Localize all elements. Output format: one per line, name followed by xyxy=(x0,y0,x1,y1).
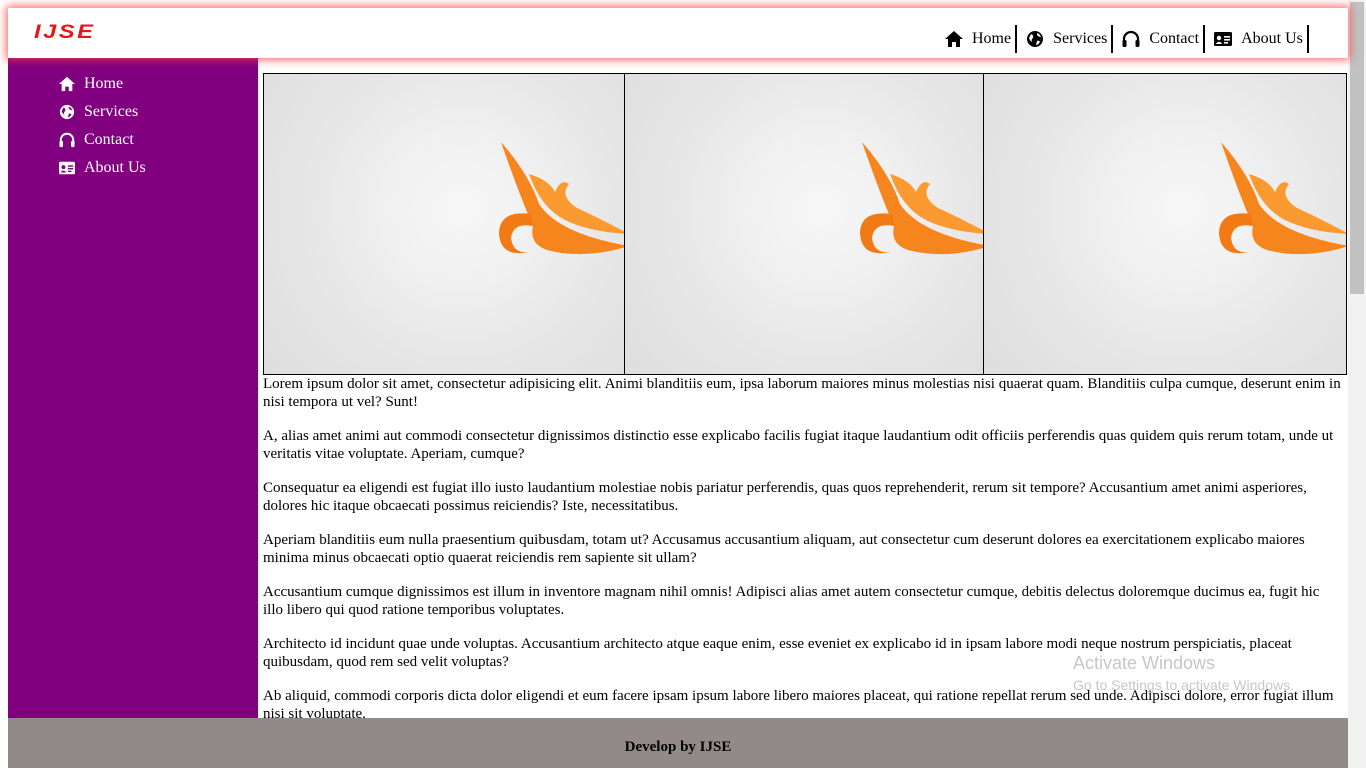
sidebar-item-contact[interactable]: Contact xyxy=(58,129,134,151)
top-nav: Home Services Contact About Us xyxy=(936,25,1309,53)
sidebar-item-label: Contact xyxy=(84,131,134,148)
gallery-image-2[interactable] xyxy=(624,74,983,374)
vertical-scrollbar[interactable] xyxy=(1348,0,1366,768)
orange-logo-image xyxy=(499,142,624,255)
ijse-logo[interactable]: IJSE xyxy=(34,23,96,42)
sidebar-item-label: Home xyxy=(84,75,124,92)
globe-icon xyxy=(1027,31,1044,47)
content-paragraph: Consequatur ea eligendi est fugiat illo … xyxy=(263,480,1307,514)
image-gallery xyxy=(263,73,1347,375)
top-nav-about[interactable]: About Us xyxy=(1205,25,1309,53)
sidebar-item-label: Services xyxy=(84,103,139,120)
id-card-icon xyxy=(1214,32,1233,46)
top-nav-services-label: Services xyxy=(1053,30,1108,47)
headphones-icon xyxy=(1122,30,1140,47)
top-nav-contact-label: Contact xyxy=(1149,30,1200,47)
sidebar: Home Services Contact About Us xyxy=(8,58,258,718)
home-icon xyxy=(59,76,75,92)
scrollbar-thumb[interactable] xyxy=(1350,2,1364,294)
gallery-image-1[interactable] xyxy=(264,74,624,374)
footer: Develop by IJSE xyxy=(8,718,1348,768)
watermark-subtitle: Go to Settings to activate Windows. xyxy=(1073,677,1294,693)
orange-logo-image xyxy=(1219,142,1346,255)
top-nav-contact[interactable]: Contact xyxy=(1113,25,1206,53)
content-paragraph: Aperiam blanditiis eum nulla praesentium… xyxy=(263,532,1305,566)
footer-text: Develop by IJSE xyxy=(624,739,732,755)
top-nav-services[interactable]: Services xyxy=(1017,25,1114,53)
watermark-title: Activate Windows xyxy=(1073,653,1216,673)
globe-icon xyxy=(59,104,75,120)
top-nav-about-label: About Us xyxy=(1241,30,1303,47)
top-nav-home[interactable]: Home xyxy=(936,25,1018,53)
home-icon xyxy=(945,31,963,47)
content-paragraph: A, alias amet animi aut commodi consecte… xyxy=(263,428,1334,462)
sidebar-item-services[interactable]: Services xyxy=(58,101,138,123)
sidebar-item-home[interactable]: Home xyxy=(58,73,123,95)
content-paragraph: Lorem ipsum dolor sit amet, consectetur … xyxy=(263,376,1341,410)
headphones-icon xyxy=(59,132,75,148)
id-card-icon xyxy=(59,161,75,175)
header-bar: IJSE Home Services Contact About Us xyxy=(8,8,1348,58)
sidebar-item-about[interactable]: About Us xyxy=(58,157,146,179)
top-nav-home-label: Home xyxy=(972,30,1012,47)
sidebar-item-label: About Us xyxy=(84,159,146,176)
activate-windows-watermark: Activate Windows Go to Settings to activ… xyxy=(1073,652,1294,695)
orange-logo-image xyxy=(860,142,983,255)
content-paragraph: Accusantium cumque dignissimos est illum… xyxy=(263,584,1320,618)
gallery-image-3[interactable] xyxy=(983,74,1346,374)
